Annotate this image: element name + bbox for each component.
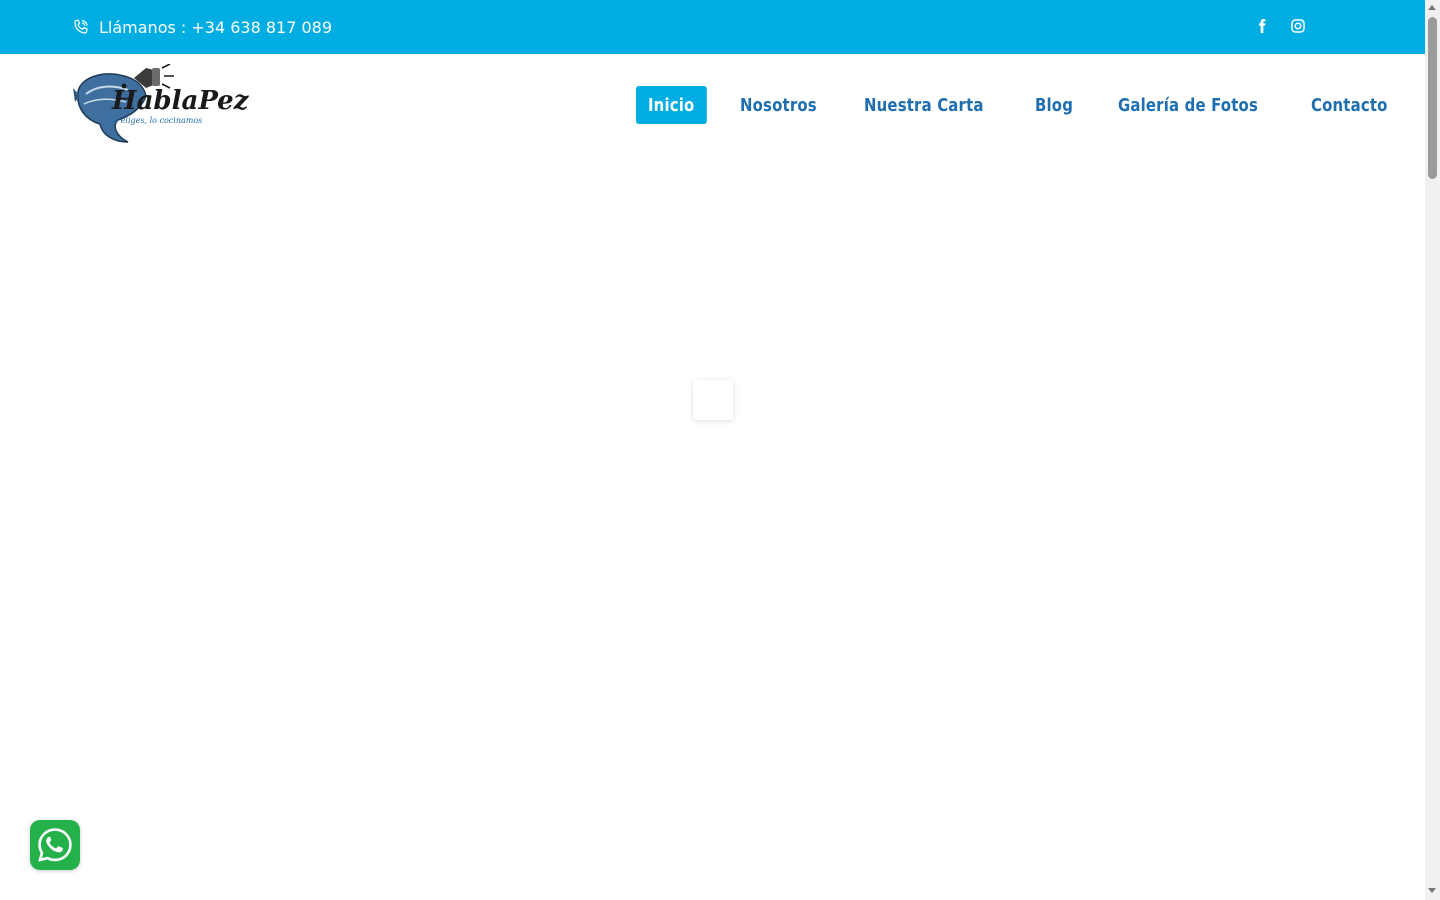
instagram-link[interactable] [1287, 15, 1309, 37]
nav-item-nosotros[interactable]: Nosotros [728, 86, 829, 124]
scroll-up-arrow-icon[interactable] [1428, 5, 1436, 10]
page-loader [693, 380, 733, 420]
instagram-icon [1291, 19, 1305, 33]
page-scrollbar[interactable] [1425, 0, 1440, 900]
site-header: HablaPez Lo eliges, lo cocinamos Inicio … [0, 54, 1425, 154]
nav-item-galeria-de-fotos[interactable]: Galería de Fotos [1106, 86, 1270, 124]
main-nav: Inicio Nosotros Nuestra Carta Blog Galer… [636, 86, 1423, 124]
top-bar: Llámanos : +34 638 817 089 [0, 0, 1425, 54]
phone-text: Llámanos : +34 638 817 089 [99, 17, 333, 37]
logo-brand-text: HablaPez [112, 86, 249, 116]
nav-item-nuestra-carta[interactable]: Nuestra Carta [852, 86, 996, 124]
facebook-icon [1259, 19, 1266, 33]
whatsapp-icon [38, 828, 72, 862]
phone-contact[interactable]: Llámanos : +34 638 817 089 [72, 0, 332, 54]
site-logo[interactable]: HablaPez Lo eliges, lo cocinamos [72, 63, 248, 146]
whatsapp-button[interactable] [30, 820, 80, 870]
nav-item-contacto[interactable]: Contacto [1299, 86, 1400, 124]
scroll-down-arrow-icon[interactable] [1428, 888, 1436, 893]
facebook-link[interactable] [1251, 15, 1273, 37]
nav-item-inicio[interactable]: Inicio [636, 86, 707, 124]
phone-icon [74, 19, 88, 34]
logo-tagline: Lo eliges, lo cocinamos [108, 116, 203, 125]
scroll-thumb[interactable] [1428, 17, 1437, 179]
nav-item-blog[interactable]: Blog [1023, 86, 1085, 124]
